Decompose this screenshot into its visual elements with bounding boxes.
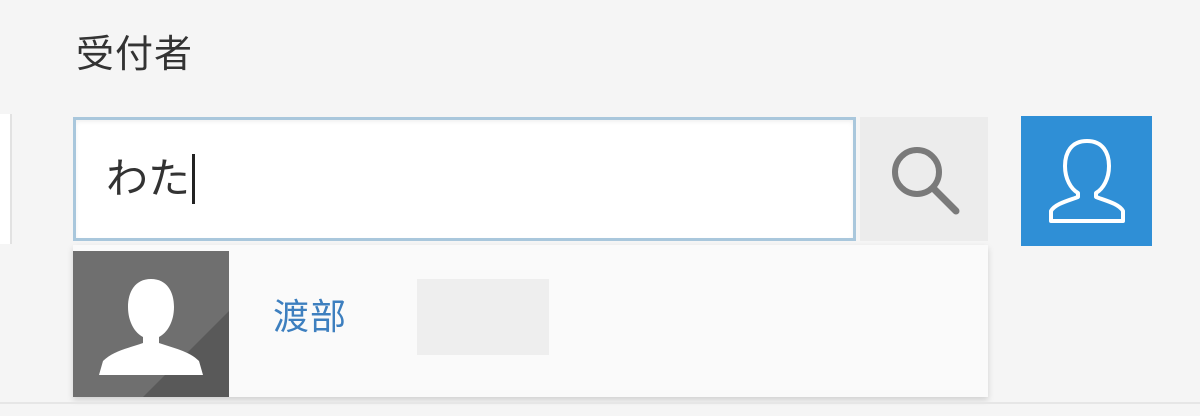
search-button[interactable] [860,117,988,241]
divider [0,402,1200,404]
user-avatar-icon [99,279,229,397]
user-select-button[interactable] [1021,116,1152,246]
adjacent-field-edge [0,114,12,244]
suggestion-dropdown: 渡部 [73,245,988,397]
search-icon [892,147,960,215]
suggestion-detail-placeholder [417,279,549,355]
suggestion-name[interactable]: 渡部 [273,293,347,343]
text-caret [192,154,196,204]
search-input-value[interactable]: わた [106,158,190,200]
recipient-search-input[interactable]: わた [73,117,856,241]
suggestion-item[interactable]: 渡部 [73,245,988,397]
field-label: 受付者 [76,32,194,76]
user-icon [1048,139,1125,223]
avatar [73,251,229,397]
